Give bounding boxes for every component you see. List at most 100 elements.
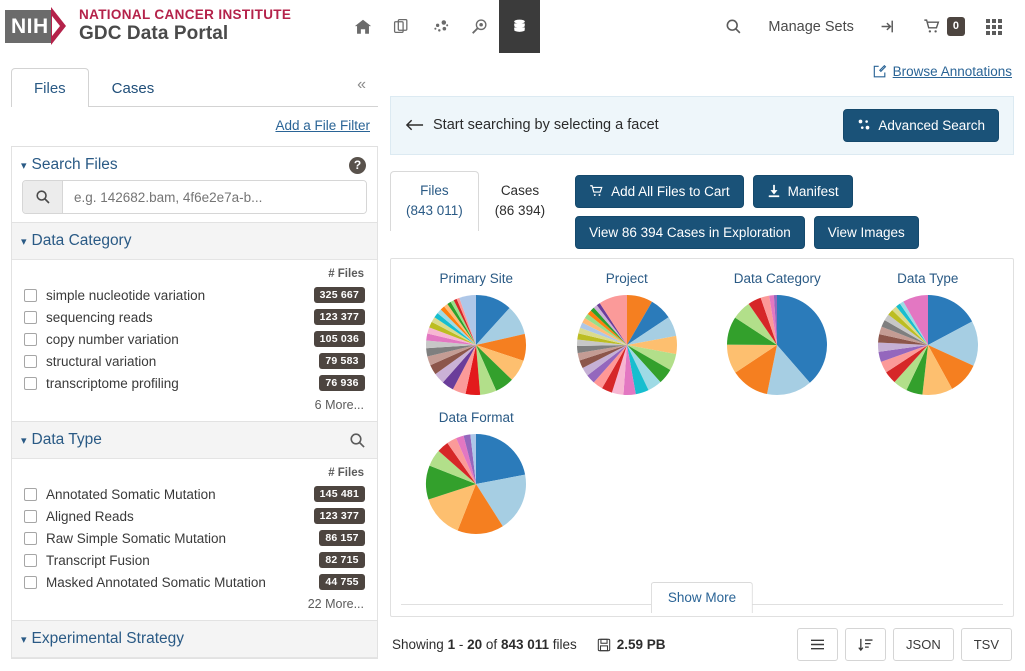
facet-show-more-link[interactable]: 6 More...	[22, 394, 367, 413]
facet-row[interactable]: Aligned Reads 123 377	[22, 505, 367, 527]
facet-data-type-title-group[interactable]: ▾ Data Type	[21, 431, 102, 449]
checkbox[interactable]	[24, 532, 37, 545]
facet-data-category-body: # Files simple nucleotide variation 325 …	[12, 260, 377, 421]
arrow-left-icon	[405, 118, 424, 132]
json-button[interactable]: JSON	[893, 628, 954, 661]
showing-prefix: Showing	[392, 637, 444, 652]
checkbox[interactable]	[24, 576, 37, 589]
start-searching-text: Start searching by selecting a facet	[433, 117, 659, 133]
facet-row-count: 105 036	[314, 331, 365, 347]
facet-experimental-strategy-title: Experimental Strategy	[32, 630, 185, 648]
showing-status: Showing 1 - 20 of 843 011 files	[392, 637, 577, 652]
facet-row[interactable]: Raw Simple Somatic Mutation 86 157	[22, 527, 367, 549]
facet-data-category-header: ▾ Data Category	[12, 223, 377, 260]
chart-primary-site-pie[interactable]	[425, 294, 527, 396]
nih-logo: NIH	[5, 7, 67, 45]
facet-row-label: Raw Simple Somatic Mutation	[46, 531, 310, 546]
facet-experimental-strategy-title-group[interactable]: ▾ Experimental Strategy	[21, 630, 184, 648]
checkbox[interactable]	[24, 311, 37, 324]
charts-grid-row-2: Data Format	[401, 410, 1003, 535]
chart-data-type: Data Type	[853, 271, 1004, 396]
facet-row[interactable]: Transcript Fusion 82 715	[22, 549, 367, 571]
sidebar-tab-files[interactable]: Files	[11, 68, 89, 107]
chart-data-format: Data Format	[401, 410, 552, 535]
facet-data-category-title-group[interactable]: ▾ Data Category	[21, 232, 131, 250]
help-icon[interactable]: ?	[349, 157, 366, 174]
view-cases-in-exploration-button[interactable]: View 86 394 Cases in Exploration	[575, 216, 805, 249]
files-label: files	[553, 637, 577, 652]
header-right-actions: Manage Sets 0	[712, 0, 1025, 53]
facet-row-label: structural variation	[46, 354, 310, 369]
home-icon[interactable]	[343, 0, 382, 53]
grid-apps-icon[interactable]	[973, 0, 1015, 53]
checkbox[interactable]	[24, 355, 37, 368]
facet-search-files: ▾ Search Files ?	[11, 147, 378, 223]
facet-row[interactable]: simple nucleotide variation 325 667	[22, 284, 367, 306]
login-icon[interactable]	[867, 0, 910, 53]
projects-icon[interactable]	[382, 0, 421, 53]
facet-show-more-link[interactable]: 22 More...	[22, 593, 367, 612]
facet-row-label: Annotated Somatic Mutation	[46, 487, 305, 502]
checkbox[interactable]	[24, 488, 37, 501]
facet-row[interactable]: structural variation 79 583	[22, 350, 367, 372]
results-tab-cases[interactable]: Cases (86 394)	[479, 171, 561, 232]
sidebar-tab-cases[interactable]: Cases	[89, 68, 178, 107]
results-action-buttons: Add All Files to Cart Manifest View 86 3…	[575, 171, 919, 249]
chart-data-format-pie[interactable]	[425, 433, 527, 535]
exploration-icon[interactable]	[421, 0, 460, 53]
columns-button[interactable]	[797, 628, 838, 661]
show-more-button[interactable]: Show More	[651, 582, 753, 613]
checkbox[interactable]	[24, 377, 37, 390]
facet-row[interactable]: sequencing reads 123 377	[22, 306, 367, 328]
facet-search-files-title-group[interactable]: ▾ Search Files	[21, 156, 118, 174]
checkbox[interactable]	[24, 554, 37, 567]
facet-row[interactable]: Masked Annotated Somatic Mutation 44 755	[22, 571, 367, 593]
manifest-button[interactable]: Manifest	[753, 175, 853, 208]
results-tab-files-label: Files	[420, 183, 449, 198]
add-a-file-filter-link[interactable]: Add a File Filter	[275, 118, 370, 133]
edit-icon	[873, 65, 887, 79]
chart-data-category-pie[interactable]	[726, 294, 828, 396]
status-bar: Showing 1 - 20 of 843 011 files 2.59 PB	[390, 617, 1014, 671]
search-icon[interactable]	[349, 432, 366, 449]
search-icon[interactable]	[712, 0, 755, 53]
facet-row[interactable]: transcriptome profiling 76 936	[22, 372, 367, 394]
cart-icon	[589, 184, 604, 198]
checkbox[interactable]	[24, 333, 37, 346]
chart-data-type-pie[interactable]	[877, 294, 979, 396]
add-all-files-to-cart-button[interactable]: Add All Files to Cart	[575, 175, 744, 208]
sort-button[interactable]	[845, 628, 886, 661]
results-content: Browse Annotations Start searching by se…	[390, 62, 1014, 671]
browse-annotations-row: Browse Annotations	[390, 62, 1014, 96]
view-images-button[interactable]: View Images	[814, 216, 919, 249]
chevron-down-icon: ▾	[21, 434, 27, 447]
range-dash: -	[459, 637, 464, 652]
facet-row[interactable]: Annotated Somatic Mutation 145 481	[22, 483, 367, 505]
browse-annotations-link[interactable]: Browse Annotations	[873, 64, 1012, 79]
facet-row-count: 123 377	[314, 309, 365, 325]
grid-apps-dots	[986, 19, 1002, 35]
charts-panel: Primary Site Project Data Category Data …	[390, 258, 1014, 618]
checkbox[interactable]	[24, 510, 37, 523]
total-files: 843 011	[501, 637, 549, 652]
analysis-icon[interactable]	[460, 0, 499, 53]
sidebar-tabs: Files Cases «	[11, 62, 378, 107]
total-size: 2.59 PB	[597, 637, 666, 652]
tsv-button[interactable]: TSV	[961, 628, 1012, 661]
charts-grid-row-1: Primary Site Project Data Category Data …	[401, 271, 1003, 396]
manage-sets-button[interactable]: Manage Sets	[755, 0, 866, 53]
search-files-input[interactable]	[63, 181, 366, 213]
collapse-left-icon[interactable]: «	[357, 76, 378, 106]
advanced-search-button[interactable]: Advanced Search	[843, 109, 999, 142]
repository-icon[interactable]	[499, 0, 540, 53]
checkbox[interactable]	[24, 289, 37, 302]
facet-row[interactable]: copy number variation 105 036	[22, 328, 367, 350]
cart-count-badge: 0	[947, 17, 965, 36]
brand-portal-name: GDC Data Portal	[79, 23, 291, 45]
cart-button[interactable]: 0	[910, 0, 973, 53]
chart-project-pie[interactable]	[576, 294, 678, 396]
results-tab-files[interactable]: Files (843 011)	[390, 171, 479, 232]
total-size-value: 2.59 PB	[617, 637, 666, 652]
search-icon[interactable]	[23, 181, 63, 213]
facet-row-count: 145 481	[314, 486, 365, 502]
